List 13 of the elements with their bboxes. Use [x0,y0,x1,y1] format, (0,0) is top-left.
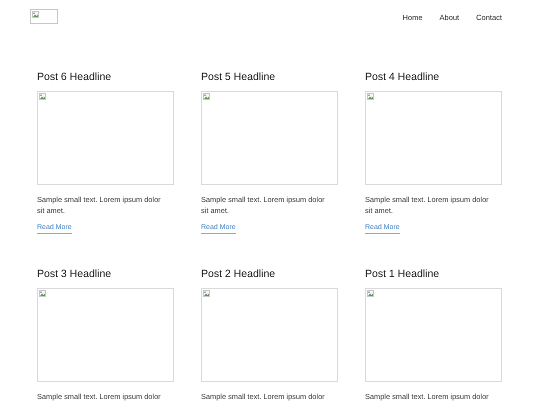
broken-image-icon [39,93,46,100]
broken-image-icon [367,290,374,297]
broken-image-icon [203,290,210,297]
post-headline: Post 6 Headline [37,71,112,84]
post-headline: Post 4 Headline [365,71,440,84]
post-headline: Post 3 Headline [37,268,112,281]
post-headline: Post 2 Headline [201,268,276,281]
post-headline: Post 5 Headline [201,71,276,84]
broken-image-icon [203,93,210,100]
broken-image-icon [32,11,39,18]
broken-image-icon [39,290,46,297]
broken-image-icon [367,93,374,100]
post-headline: Post 1 Headline [365,268,440,281]
